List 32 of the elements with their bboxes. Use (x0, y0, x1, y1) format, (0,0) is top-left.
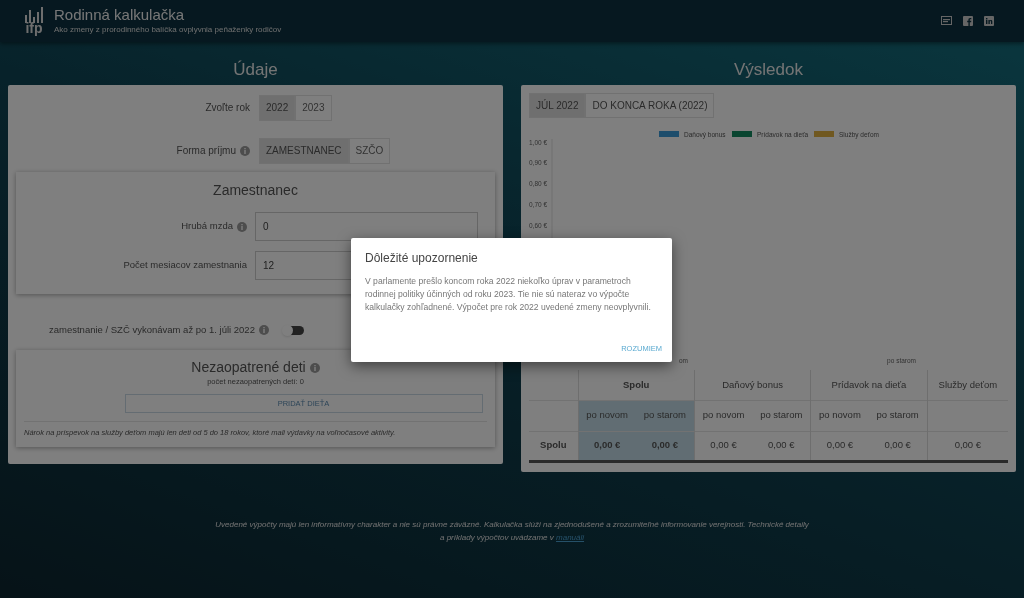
row-header: Spolu (529, 431, 578, 461)
subcolumn-header: po novom (578, 400, 636, 431)
column-header: Služby deťom (927, 370, 1008, 400)
value-cell: 0,00 € (578, 431, 636, 461)
column-header: Prídavok na dieťa (810, 370, 928, 400)
dialog-title: Dôležité upozornenie (365, 250, 479, 267)
disclaimer-text: Uvedené výpočty majú len informatívny charakter a nie sú právne záväzné. Kalkulačka slúži na zjednodušené a zrozumiteľné informovanie verejnosti. Technické detaily a príklady výpočtov uvádzame v manuáli (214, 519, 810, 544)
subcolumn-header: po starom (752, 400, 811, 431)
value-cell: 0,00 € (927, 431, 1008, 461)
value-cell: 0,00 € (810, 431, 869, 461)
subcolumn-header: po starom (868, 400, 928, 431)
toggle-label: zamestnanie / SZČ vykonávam až po 1. júli 2022 (49, 322, 269, 338)
section-heading: Výsledok (734, 59, 803, 81)
field-label: Zvoľte rok (204, 101, 251, 115)
value-cell: 0,00 € (694, 431, 753, 461)
value-cell: 0,00 € (752, 431, 811, 461)
dialog-message: V parlamente prešlo koncom roka 2022 niekoľko úprav v parametroch rodinnej politiky účinných od roku 2023. Tie nie sú nateraz vo výpočte kalkulačky zohľadnené. Výpočet pre rok 2022 uvedené zmeny neovplyvnili. (365, 275, 652, 314)
card-title: Nezaopatrené deti (191, 358, 320, 376)
value-cell: 0,00 € (635, 431, 695, 461)
card-title: Zamestnanec (212, 181, 299, 200)
subcolumn-header: po novom (810, 400, 869, 431)
app-title: Rodinná kalkulačka (54, 6, 186, 24)
column-header: Daňový bonus (694, 370, 811, 400)
field-label: Hrubá mzda (16, 219, 255, 234)
subcolumn-header: po starom (635, 400, 695, 431)
app-subtitle: Ako zmeny z prorodinného balíčka ovplyvnia peňaženky rodičov (54, 24, 282, 36)
field-label: Počet mesiacov zamestnania (122, 258, 248, 273)
section-heading: Údaje (233, 59, 278, 81)
column-header: Spolu (578, 370, 695, 400)
field-label: Forma príjmu (8, 143, 259, 158)
subcolumn-header: po novom (694, 400, 753, 431)
value-cell: 0,00 € (868, 431, 928, 461)
